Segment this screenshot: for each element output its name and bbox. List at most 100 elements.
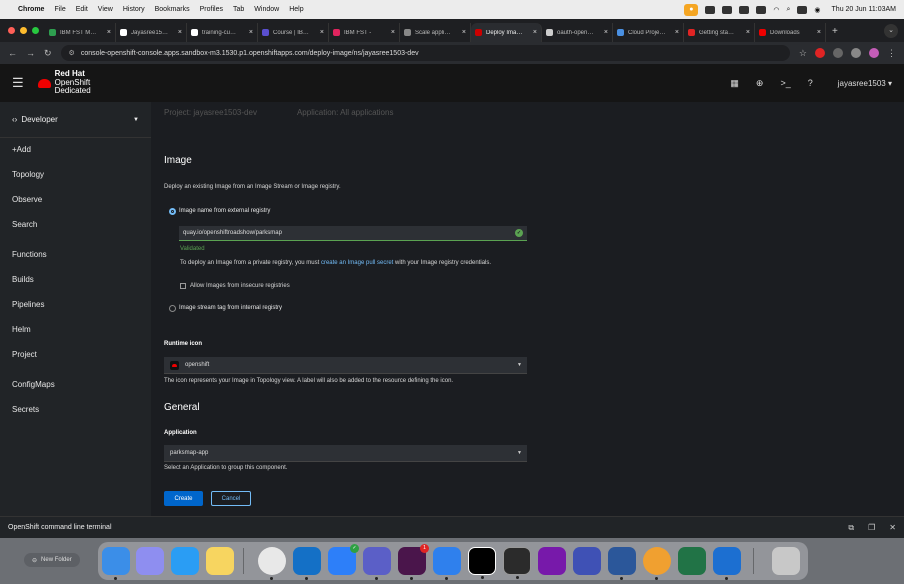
outlook-icon[interactable] (293, 547, 321, 580)
app-store-icon[interactable]: ✓ (328, 544, 359, 575)
tab-close-icon[interactable]: × (746, 29, 750, 36)
tab-label[interactable]: training-cu… (202, 30, 246, 36)
finder-icon[interactable] (102, 547, 130, 580)
sidebar-item-project[interactable]: Project (12, 350, 37, 359)
tab-search-icon[interactable]: ⌄ (884, 24, 898, 38)
application-value[interactable]: parksmap-app (170, 450, 208, 456)
sidebar-item-functions[interactable]: Functions (12, 250, 47, 259)
extension-icon[interactable] (815, 48, 825, 58)
menu-app-name[interactable]: Chrome (18, 6, 44, 13)
cancel-button[interactable]: Cancel (211, 491, 251, 506)
menu-bar-clock[interactable]: Thu 20 Jun 11:03AM (832, 6, 896, 13)
menu-history[interactable]: History (123, 6, 145, 13)
browser-tab[interactable]: Getting sta… × (684, 23, 755, 42)
browser-menu-icon[interactable]: ⋮ (887, 48, 896, 59)
image-name-value[interactable]: quay.io/openshiftroadshow/parksmap (183, 230, 282, 236)
menu-tab[interactable]: Tab (233, 6, 244, 13)
menu-window[interactable]: Window (254, 6, 279, 13)
create-pull-secret-link[interactable]: create an Image pull secret (321, 260, 393, 266)
radio-external-registry-label[interactable]: Image name from external registry (179, 208, 270, 214)
tab-label[interactable]: IBM FST M… (60, 30, 104, 36)
onenote-icon[interactable] (538, 547, 566, 575)
maximize-window-icon[interactable] (32, 27, 39, 34)
new-folder-item[interactable]: ⊖ New Folder (24, 553, 80, 567)
tab-close-icon[interactable]: × (178, 29, 182, 36)
status-icon[interactable] (705, 5, 716, 14)
microphone-icon[interactable]: ● (684, 3, 699, 16)
caret-down-icon[interactable]: ▼ (517, 450, 522, 456)
status-icon[interactable] (722, 5, 733, 14)
word-icon[interactable] (608, 547, 636, 580)
status-icon[interactable] (739, 5, 750, 14)
battery-icon[interactable] (756, 5, 767, 14)
notes-icon[interactable] (206, 547, 234, 575)
tab-close-icon[interactable]: × (320, 29, 324, 36)
perspective-switcher[interactable]: ‹› Developer ▼ (0, 102, 151, 138)
image-name-input[interactable]: quay.io/openshiftroadshow/parksmap ✓ (179, 226, 527, 241)
close-icon[interactable]: ✕ (889, 523, 896, 533)
tab-label[interactable]: oauth-open… (557, 30, 601, 36)
webex-meetings-icon[interactable] (713, 547, 741, 580)
quick-create-icon[interactable]: ⊕ (756, 78, 764, 89)
sidebar-item-configmaps[interactable]: ConfigMaps (12, 380, 55, 389)
tab-label[interactable]: Cloud Proje… (628, 30, 672, 36)
sidebar-item-observe[interactable]: Observe (12, 195, 42, 204)
close-window-icon[interactable] (8, 27, 15, 34)
control-center-icon[interactable] (797, 5, 808, 14)
minimize-window-icon[interactable] (20, 27, 27, 34)
menu-edit[interactable]: Edit (76, 6, 88, 13)
launchpad-icon[interactable] (136, 547, 164, 575)
open-in-new-window-icon[interactable]: ⧉ (848, 523, 854, 533)
tab-label[interactable]: Scale appli… (415, 30, 459, 36)
browser-tab[interactable]: training-cu… × (187, 23, 258, 42)
browser-tab[interactable]: IBM FST M… × (45, 23, 116, 42)
menu-help[interactable]: Help (289, 6, 303, 13)
webex-icon[interactable] (573, 547, 601, 575)
tab-close-icon[interactable]: × (107, 29, 111, 36)
sidebar-item-builds[interactable]: Builds (12, 275, 34, 284)
insecure-registries-label[interactable]: Allow Images from insecure registries (190, 283, 290, 289)
slack-icon[interactable]: 1 (398, 544, 429, 580)
create-button[interactable]: Create (164, 491, 203, 506)
search-icon[interactable]: ⌕ (787, 6, 791, 14)
hamburger-menu-icon[interactable]: ☰ (12, 75, 24, 91)
browser-tab[interactable]: Cloud Proje… × (613, 23, 684, 42)
web-terminal-icon[interactable]: >_ (780, 78, 790, 88)
new-folder-label[interactable]: New Folder (41, 557, 72, 563)
terminal-icon[interactable] (503, 547, 531, 579)
radio-internal-registry-label[interactable]: Image stream tag from internal registry (179, 305, 282, 311)
sidebar-item-helm[interactable]: Helm (12, 325, 31, 334)
tab-close-icon[interactable]: × (675, 29, 679, 36)
tab-close-icon[interactable]: × (249, 29, 253, 36)
xcode-icon[interactable] (433, 547, 461, 580)
wifi-icon[interactable]: ◠ (773, 6, 779, 14)
restore-icon[interactable]: ❐ (868, 523, 875, 533)
siri-icon[interactable]: ◉ (814, 6, 820, 14)
browser-tab[interactable]: Deploy Ima… × (471, 23, 542, 42)
browser-tab[interactable]: Course | IB… × (258, 23, 329, 42)
back-icon[interactable]: ← (8, 48, 17, 58)
menu-profiles[interactable]: Profiles (200, 6, 223, 13)
chrome-icon[interactable] (258, 547, 286, 580)
menu-bookmarks[interactable]: Bookmarks (155, 6, 190, 13)
browser-tab[interactable]: Jayasree15… × (116, 23, 187, 42)
tab-close-icon[interactable]: × (462, 29, 466, 36)
tab-label[interactable]: Course | IB… (273, 30, 317, 36)
menu-view[interactable]: View (98, 6, 113, 13)
excel-icon[interactable] (678, 547, 706, 575)
runtime-icon-select[interactable]: openshift ▼ (164, 357, 527, 374)
reload-icon[interactable]: ↻ (44, 48, 52, 59)
preview-icon[interactable] (643, 547, 671, 580)
teams-icon[interactable] (363, 547, 391, 580)
tab-label[interactable]: IBM FST - (344, 30, 388, 36)
address-url[interactable]: console-openshift-console.apps.sandbox-m… (81, 50, 419, 57)
help-icon[interactable]: ? (808, 78, 813, 88)
application-select[interactable]: parksmap-app ▼ (164, 445, 527, 462)
trash-icon[interactable] (772, 547, 800, 575)
browser-tab[interactable]: Scale appli… × (400, 23, 471, 42)
sidebar-item-search[interactable]: Search (12, 220, 37, 229)
tab-label[interactable]: Downloads (770, 30, 814, 36)
project-selector[interactable]: Project: jayasree1503-dev (164, 108, 257, 117)
red-hat-openshift-logo[interactable]: Red Hat OpenShift Dedicated (37, 70, 91, 96)
sidebar-item-add[interactable]: +Add (12, 145, 31, 154)
